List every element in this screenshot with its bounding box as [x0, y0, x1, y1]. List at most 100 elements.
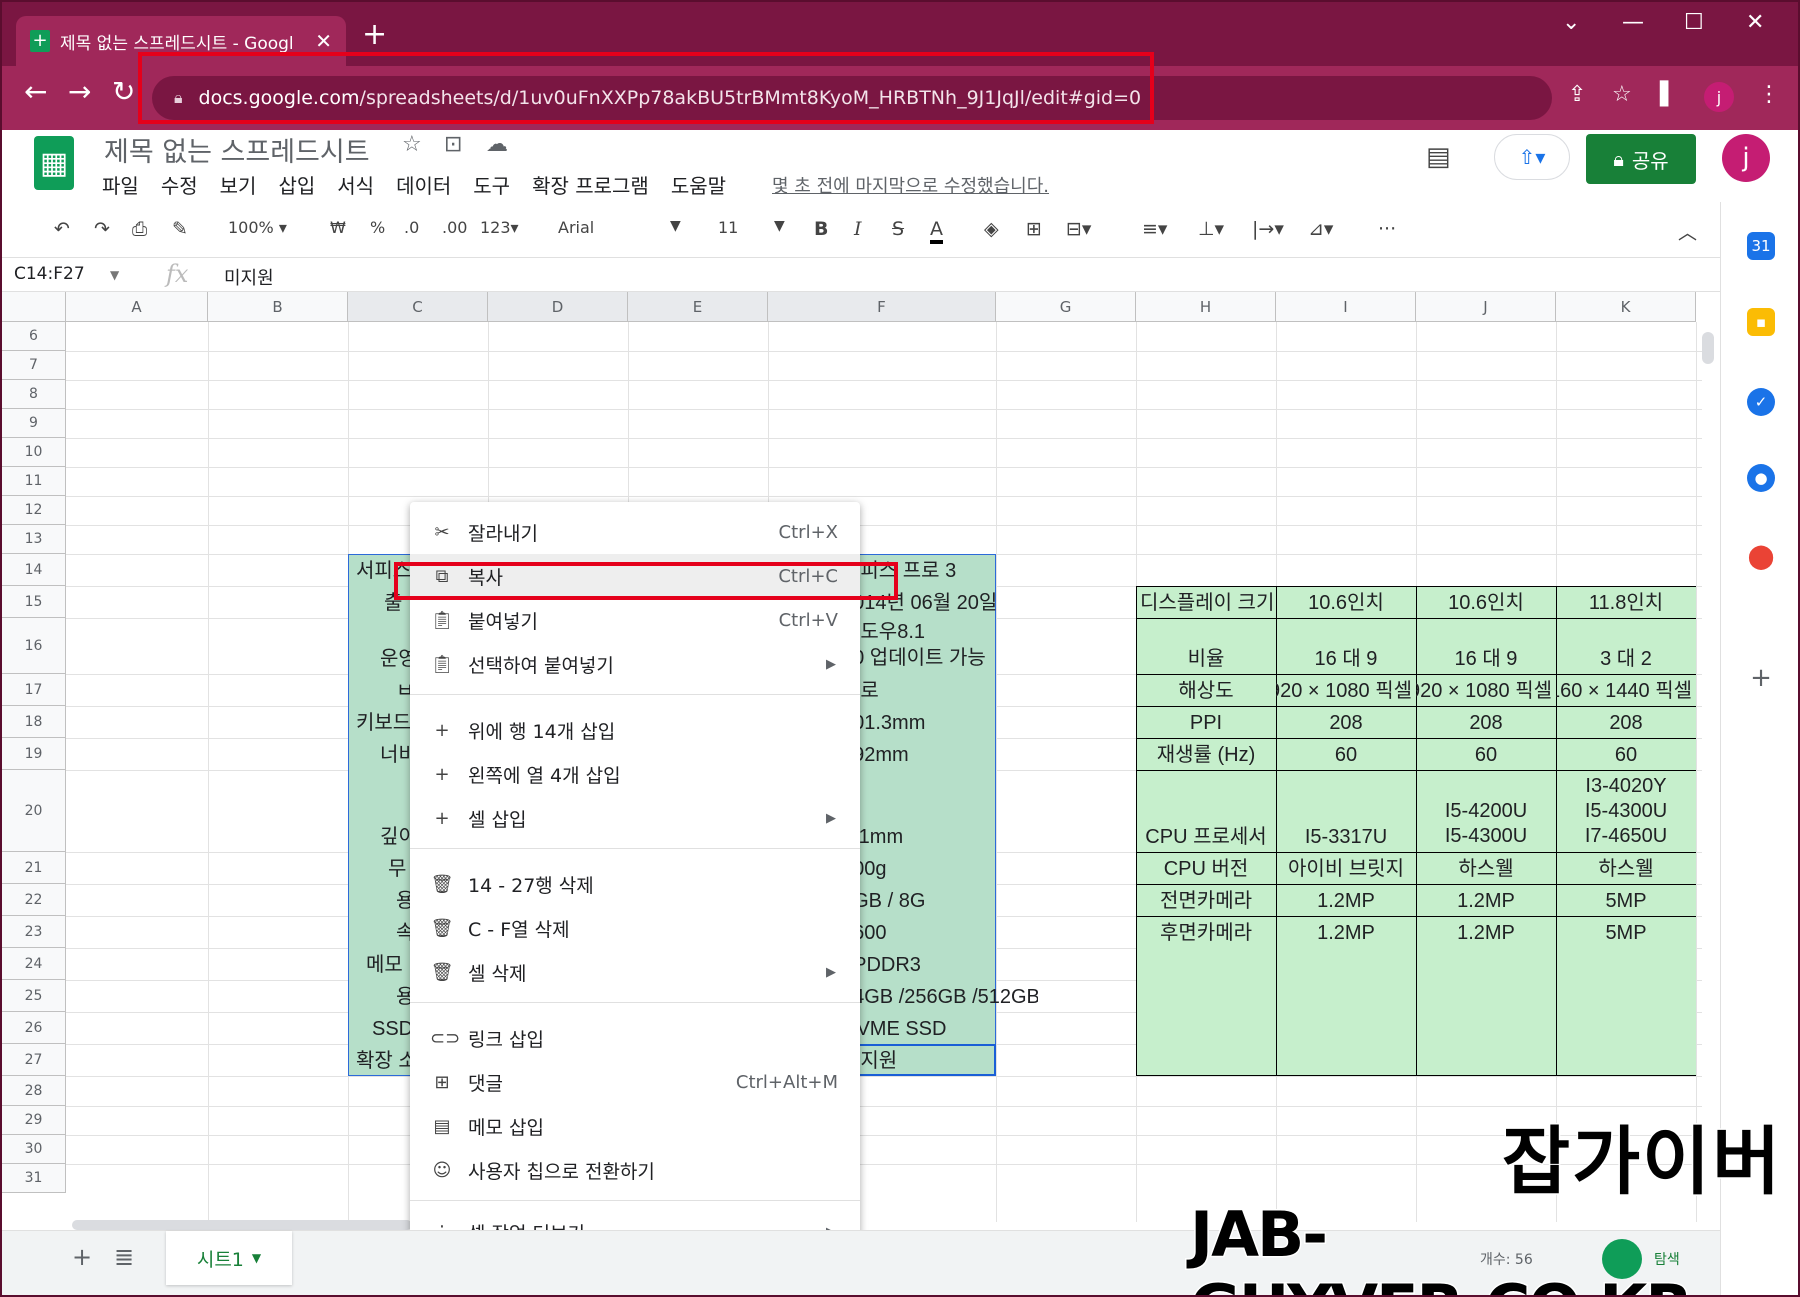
- cell-c23[interactable]: 속: [392, 916, 412, 948]
- text-color-icon[interactable]: A: [930, 218, 943, 244]
- cell-j18[interactable]: 208: [1416, 706, 1556, 738]
- row-header[interactable]: 13: [2, 525, 66, 554]
- menu-item-insert-rows[interactable]: + 위에 행 14개 삽입: [410, 708, 860, 752]
- cell-k17[interactable]: 2160 × 1440 픽셀: [1556, 674, 1696, 706]
- account-avatar[interactable]: j: [1722, 134, 1770, 182]
- cell-h15[interactable]: 디스플레이 크기: [1136, 586, 1276, 618]
- cell-i18[interactable]: 208: [1276, 706, 1416, 738]
- cell-f18[interactable]: 201.3mm: [838, 706, 1018, 738]
- forward-icon[interactable]: →: [68, 78, 91, 106]
- col-header-j[interactable]: J: [1416, 292, 1556, 322]
- row-header[interactable]: 11: [2, 467, 66, 496]
- cell-h20[interactable]: CPU 프로세서: [1136, 770, 1276, 852]
- cell-j16[interactable]: 16 대 9: [1416, 618, 1556, 674]
- row-header[interactable]: 31: [2, 1164, 66, 1193]
- cell-k20[interactable]: I3-4020Y I5-4300U I7-4650U: [1556, 770, 1696, 852]
- bookmark-star-icon[interactable]: ☆: [1612, 82, 1632, 107]
- vertical-align-icon[interactable]: ⊥▾: [1198, 218, 1224, 240]
- sheets-logo-icon[interactable]: ▦: [34, 136, 74, 190]
- font-size-select[interactable]: 11: [718, 218, 738, 237]
- cell-f25[interactable]: 64GB /256GB /512GB: [838, 980, 1038, 1012]
- cell-c18[interactable]: 키보드: [352, 706, 412, 738]
- row-header[interactable]: 12: [2, 496, 66, 525]
- more-options-icon[interactable]: ···: [1378, 218, 1396, 240]
- font-select[interactable]: Arial: [558, 218, 594, 237]
- row-header[interactable]: 14: [2, 554, 66, 586]
- menu-item-insert-note[interactable]: ▤ 메모 삽입: [410, 1104, 860, 1148]
- all-sheets-icon[interactable]: ≣: [114, 1243, 134, 1271]
- menu-extensions[interactable]: 확장 프로그램: [532, 170, 649, 199]
- row-header[interactable]: 6: [2, 322, 66, 351]
- font-size-arrow-icon[interactable]: ▼: [774, 218, 785, 234]
- cell-k16[interactable]: 3 대 2: [1556, 618, 1696, 674]
- paint-format-icon[interactable]: ✎: [172, 218, 188, 240]
- cloud-status-icon[interactable]: ☁: [486, 132, 508, 157]
- new-tab-icon[interactable]: +: [362, 20, 387, 50]
- formula-input[interactable]: 미지원: [224, 264, 274, 290]
- menu-item-paste-special[interactable]: 📋︎ 선택하여 붙여넣기 ▶: [410, 642, 860, 686]
- cell-j15[interactable]: 10.6인치: [1416, 586, 1556, 618]
- keep-icon[interactable]: ▪: [1747, 308, 1775, 336]
- text-rotate-icon[interactable]: ⊿▾: [1308, 218, 1333, 240]
- share-page-icon[interactable]: ⇪: [1568, 82, 1586, 107]
- row-header[interactable]: 15: [2, 586, 66, 618]
- cell-h23[interactable]: 후면카메라: [1136, 916, 1276, 948]
- cell-i21[interactable]: 아이비 브릿지: [1276, 852, 1416, 884]
- row-header[interactable]: 9: [2, 409, 66, 438]
- cell-f27[interactable]: 미지원: [838, 1044, 988, 1076]
- close-tab-icon[interactable]: ✕: [315, 29, 332, 53]
- minimize-icon[interactable]: —: [1622, 10, 1644, 35]
- cell-f20[interactable]: 9.1mm: [838, 770, 1018, 852]
- cell-c27[interactable]: 확장 소: [352, 1044, 412, 1076]
- col-header-g[interactable]: G: [996, 292, 1136, 322]
- row-header[interactable]: 29: [2, 1106, 66, 1135]
- col-header-h[interactable]: H: [1136, 292, 1276, 322]
- cell-c22[interactable]: 용: [392, 884, 412, 916]
- menu-item-insert-link[interactable]: ⊂⊃ 링크 삽입: [410, 1016, 860, 1060]
- zoom-select[interactable]: 100% ▾: [228, 218, 287, 237]
- contacts-icon[interactable]: ●: [1747, 464, 1775, 492]
- browser-menu-icon[interactable]: ⋮: [1758, 82, 1780, 107]
- cell-j17[interactable]: 1920 × 1080 픽셀: [1416, 674, 1556, 706]
- row-header[interactable]: 22: [2, 884, 66, 916]
- cell-h19[interactable]: 재생률 (Hz): [1136, 738, 1276, 770]
- cell-f17[interactable]: 프로: [838, 674, 1018, 706]
- menu-tools[interactable]: 도구: [473, 170, 510, 199]
- cell-c24[interactable]: 메모: [362, 948, 412, 980]
- row-header[interactable]: 7: [2, 351, 66, 380]
- menu-item-delete-rows[interactable]: 🗑︎ 14 - 27행 삭제: [410, 862, 860, 906]
- row-header[interactable]: 20: [2, 770, 66, 852]
- select-all-corner[interactable]: [2, 292, 66, 322]
- cell-c26[interactable]: SSD: [368, 1012, 414, 1044]
- cell-k23[interactable]: 5MP: [1556, 916, 1696, 948]
- cell-k19[interactable]: 60: [1556, 738, 1696, 770]
- reload-icon[interactable]: ↻: [112, 78, 135, 106]
- menu-format[interactable]: 서식: [337, 170, 374, 199]
- horizontal-align-icon[interactable]: ≡▾: [1142, 218, 1167, 240]
- row-header[interactable]: 16: [2, 618, 66, 674]
- maximize-icon[interactable]: ☐: [1684, 10, 1704, 35]
- maps-icon[interactable]: ⬤: [1747, 542, 1775, 570]
- redo-icon[interactable]: ↷: [94, 218, 110, 240]
- cell-j23[interactable]: 1.2MP: [1416, 916, 1556, 948]
- collapse-toolbar-icon[interactable]: ︿: [1678, 218, 1697, 245]
- present-button[interactable]: ⇧▾: [1494, 134, 1570, 180]
- row-header[interactable]: 30: [2, 1135, 66, 1164]
- cell-f21[interactable]: 800g: [838, 852, 1018, 884]
- menu-view[interactable]: 보기: [220, 170, 257, 199]
- col-header-c[interactable]: C: [348, 292, 488, 322]
- move-folder-icon[interactable]: ⊡: [444, 132, 462, 157]
- comments-icon[interactable]: ▤: [1426, 142, 1451, 172]
- menu-file[interactable]: 파일: [102, 170, 139, 199]
- menu-edit[interactable]: 수정: [161, 170, 198, 199]
- percent-format-button[interactable]: %: [370, 218, 385, 237]
- decrease-decimal-button[interactable]: .0: [404, 218, 419, 237]
- cell-f16[interactable]: 윈도우8.1 10 업데이트 가능: [838, 618, 1018, 674]
- row-header[interactable]: 17: [2, 674, 66, 706]
- menu-item-delete-cols[interactable]: 🗑︎ C - F열 삭제: [410, 906, 860, 950]
- menu-item-cut[interactable]: ✂ 잘라내기 Ctrl+X: [410, 510, 860, 554]
- cell-k21[interactable]: 하스웰: [1556, 852, 1696, 884]
- fill-color-icon[interactable]: ◈: [984, 218, 999, 240]
- text-wrap-icon[interactable]: |→▾: [1252, 218, 1284, 240]
- menu-item-delete-cells[interactable]: 🗑︎ 셀 삭제 ▶: [410, 950, 860, 994]
